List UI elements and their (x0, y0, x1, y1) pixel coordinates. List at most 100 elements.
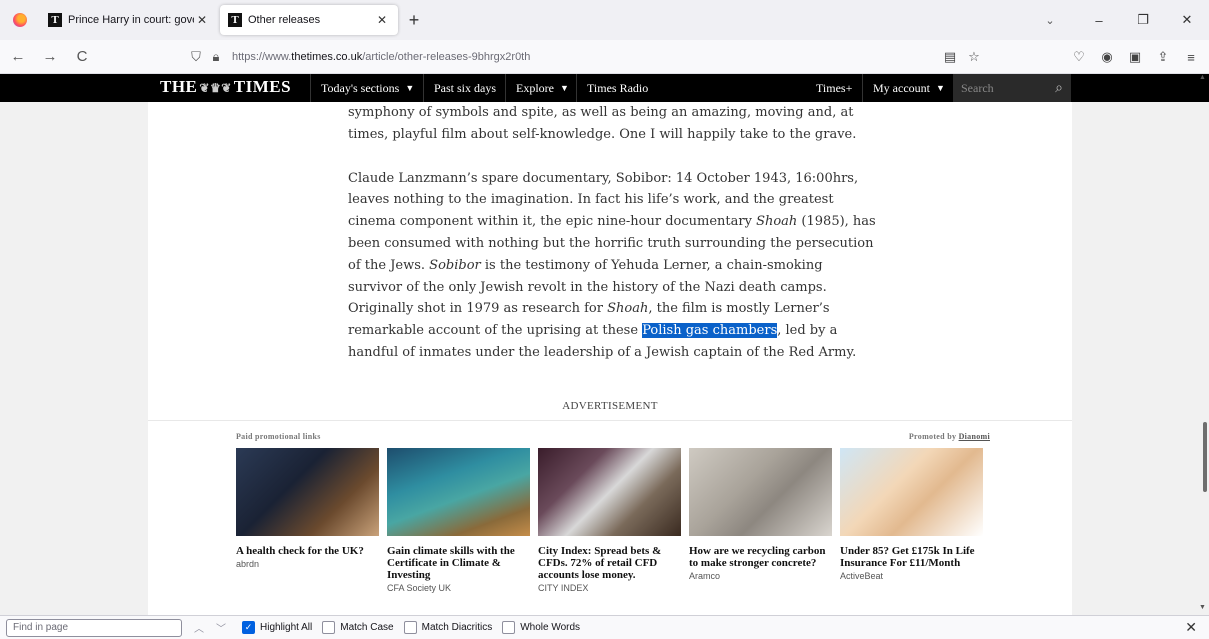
promoted-by: Promoted by Dianomi (909, 432, 990, 441)
nav-explore[interactable]: Explore ▼ (505, 74, 579, 102)
divider (148, 420, 1072, 421)
site-search-input[interactable] (961, 80, 1041, 96)
scrollbar-thumb[interactable] (1203, 422, 1207, 492)
close-find-bar-icon[interactable]: ✕ (1185, 619, 1197, 636)
bookmark-star-icon[interactable]: ☆ (962, 49, 986, 65)
film-title: Sobibor (429, 257, 481, 273)
menu-icon[interactable]: ≡ (1177, 44, 1205, 70)
nav-past-six-days[interactable]: Past six days (423, 74, 506, 102)
forward-button[interactable]: → (36, 43, 64, 71)
option-label: Highlight All (260, 622, 313, 633)
lock-icon[interactable]: 🔒︎ (206, 49, 226, 65)
url-text[interactable]: https://www.thetimes.co.uk/article/other… (232, 51, 530, 63)
extensions-icon[interactable]: ▣ (1121, 44, 1149, 70)
promo-image[interactable] (840, 448, 983, 536)
chevron-down-icon: ▼ (560, 83, 569, 93)
highlight-all-option[interactable]: ✓ Highlight All (242, 621, 312, 634)
whole-words-option[interactable]: Whole Words (502, 621, 580, 634)
promo-source: CFA Society UK (387, 583, 452, 593)
find-previous-icon[interactable]: ︿ (188, 620, 210, 635)
nav-label: Today's sections (321, 80, 400, 95)
list-all-tabs-icon[interactable]: ⌄ (1038, 8, 1062, 32)
find-highlight: Polish gas chambers (642, 323, 778, 339)
promo-title[interactable]: A health check for the UK? (236, 545, 379, 557)
promo-title[interactable]: How are we recycling carbon to make stro… (689, 545, 832, 569)
reader-view-icon[interactable]: ▤ (938, 49, 962, 65)
promo-image[interactable] (538, 448, 681, 536)
scroll-down-arrow-icon[interactable]: ▼ (1199, 604, 1206, 611)
checkbox-checked-icon[interactable]: ✓ (242, 621, 255, 634)
nav-times-radio[interactable]: Times Radio (576, 74, 658, 102)
tab-title: Prince Harry in court: governme (68, 14, 194, 26)
times-favicon-icon: T (48, 13, 62, 27)
paragraph-line: symphony of symbols and spite, as well a… (348, 105, 854, 120)
find-bar: ︿ ﹀ ✓ Highlight All Match Case Match Diac… (0, 615, 1209, 639)
reload-button[interactable]: C (68, 43, 96, 71)
promo-cards: A health check for the UK? abrdn Gain cl… (236, 448, 991, 593)
close-tab-icon[interactable]: ✕ (194, 13, 210, 27)
promo-source: ActiveBeat (840, 571, 884, 581)
back-button[interactable]: ← (4, 43, 32, 71)
promoted-by-label: Promoted by (908, 432, 957, 441)
scroll-up-arrow-icon[interactable]: ▲ (1199, 74, 1206, 81)
paid-links-label: Paid promotional links (236, 432, 321, 441)
site-search: ⌕ (953, 74, 1071, 102)
promo-card[interactable]: A health check for the UK? abrdn (236, 448, 379, 593)
nav-label: My account (873, 80, 930, 95)
paragraph-1: symphony of symbols and spite, as well a… (348, 102, 878, 146)
tab-prince-harry[interactable]: T Prince Harry in court: governme ✕ (40, 5, 218, 35)
nav-label: Times+ (816, 80, 853, 95)
promo-title[interactable]: City Index: Spread bets & CFDs. 72% of r… (538, 545, 681, 581)
logo-text-left: THE (160, 77, 198, 96)
minimize-button[interactable]: – (1077, 0, 1121, 40)
promo-image[interactable] (689, 448, 832, 536)
page-viewport: THE ❦♛❦ TIMES Today's sections ▼ Past six d… (0, 74, 1209, 615)
close-tab-icon[interactable]: ✕ (374, 13, 390, 27)
tab-other-releases[interactable]: T Other releases ✕ (220, 5, 398, 35)
nav-label: Times Radio (587, 80, 649, 95)
firefox-view-button[interactable] (0, 0, 40, 40)
paragraph-2: Claude Lanzmann’s spare documentary, Sob… (348, 168, 878, 364)
share-icon[interactable]: ⇪ (1149, 44, 1177, 70)
nav-my-account[interactable]: My account ▼ (862, 74, 955, 102)
find-input[interactable] (6, 618, 182, 637)
match-case-option[interactable]: Match Case (322, 621, 394, 634)
chevron-down-icon: ▼ (405, 83, 415, 93)
promo-card[interactable]: How are we recycling carbon to make stro… (689, 448, 832, 593)
search-icon[interactable]: ⌕ (1055, 79, 1063, 96)
promoter-link[interactable]: Dianomi (959, 432, 990, 441)
url-bar[interactable]: ⛉ 🔒︎ https://www.thetimes.co.uk/article/… (186, 44, 986, 70)
film-title: Shoah (607, 301, 649, 317)
times-favicon-icon: T (228, 13, 242, 27)
account-icon[interactable]: ◉ (1093, 44, 1121, 70)
promo-card[interactable]: City Index: Spread bets & CFDs. 72% of r… (538, 448, 681, 593)
checkbox-icon[interactable] (502, 621, 516, 634)
nav-todays-sections[interactable]: Today's sections ▼ (310, 74, 424, 102)
promo-image[interactable] (387, 448, 530, 536)
promo-card[interactable]: Under 85? Get £175k In Life Insurance Fo… (840, 448, 983, 593)
match-diacritics-option[interactable]: Match Diacritics (403, 621, 493, 634)
crest-icon: ❦♛❦ (199, 81, 232, 95)
pocket-icon[interactable]: ♡ (1065, 44, 1093, 70)
promo-image[interactable] (236, 448, 379, 536)
promo-title[interactable]: Gain climate skills with the Certificate… (387, 545, 530, 581)
checkbox-icon[interactable] (403, 621, 417, 634)
checkbox-icon[interactable] (322, 621, 336, 634)
find-next-icon[interactable]: ﹀ (210, 620, 232, 635)
shield-icon[interactable]: ⛉ (186, 49, 206, 65)
promo-source: abrdn (236, 559, 260, 569)
times-logo[interactable]: THE ❦♛❦ TIMES (160, 77, 291, 97)
new-tab-button[interactable]: + (400, 6, 428, 34)
url-domain: thetimes.co.uk (291, 51, 363, 63)
chevron-down-icon: ▼ (935, 83, 945, 93)
nav-times-plus[interactable]: Times+ (806, 74, 862, 102)
close-window-button[interactable]: ✕ (1165, 0, 1209, 40)
navigation-toolbar: ← → C ⛉ 🔒︎ https://www.thetimes.co.uk/ar… (0, 40, 1209, 74)
promo-card[interactable]: Gain climate skills with the Certificate… (387, 448, 530, 593)
film-title: Shoah (756, 214, 798, 230)
restore-button[interactable]: ❐ (1121, 0, 1165, 40)
url-path: /article/other-releases-9bhrgx2r0th (362, 51, 531, 63)
firefox-logo-icon (13, 13, 27, 27)
option-label: Match Diacritics (421, 622, 493, 633)
promo-title[interactable]: Under 85? Get £175k In Life Insurance Fo… (840, 545, 983, 569)
